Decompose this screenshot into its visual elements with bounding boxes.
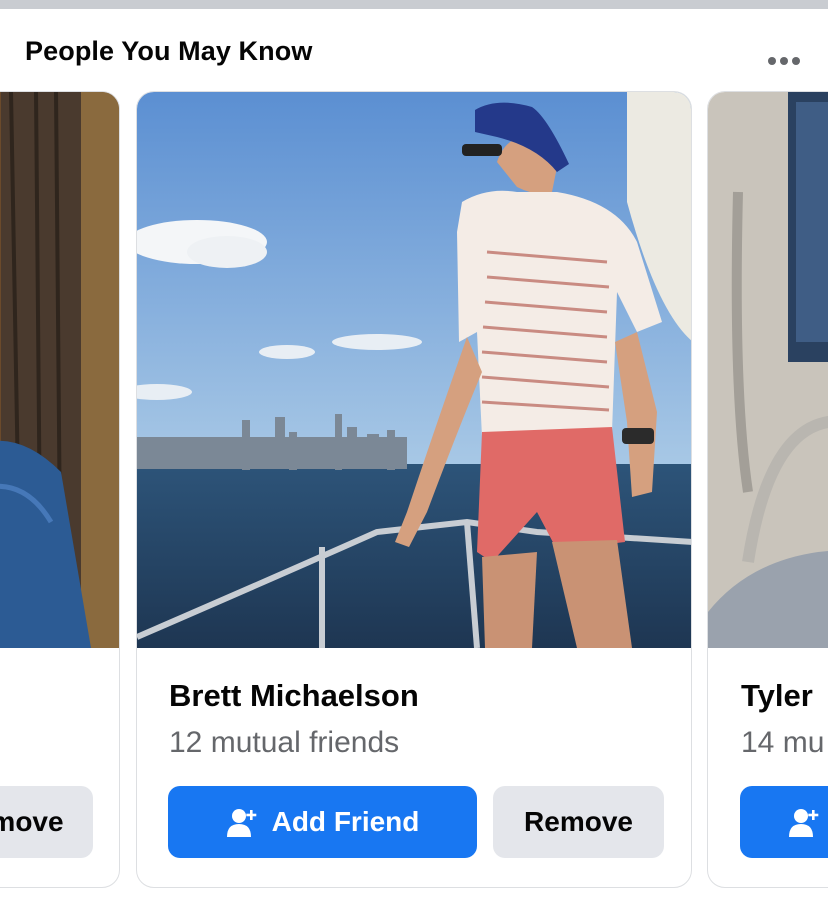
profile-photo[interactable] [137,92,691,648]
section-title: People You May Know [25,36,313,66]
add-friend-button[interactable] [740,786,828,858]
profile-photo[interactable] [708,92,828,648]
mutual-friends[interactable]: 12 mutual friends [169,726,399,760]
person-name[interactable]: Brett Michaelson [169,678,419,714]
add-friend-icon [788,806,820,838]
add-friend-icon [226,806,258,838]
remove-button[interactable]: move [0,786,93,858]
section-header: People You May Know [0,9,828,89]
person-name[interactable]: Tyler [741,678,813,714]
add-friend-button[interactable]: Add Friend [168,786,477,858]
suggestion-card[interactable]: Brett Michaelson 12 mutual friends Add F… [136,91,692,888]
top-divider [0,0,828,9]
more-options-icon[interactable] [764,46,804,76]
mutual-friends[interactable]: 14 mu [741,726,824,760]
suggestion-card-next[interactable]: Tyler 14 mu [707,91,828,888]
suggestion-card-previous[interactable]: move [0,91,120,888]
profile-photo[interactable] [0,92,119,648]
remove-button[interactable]: Remove [493,786,664,858]
